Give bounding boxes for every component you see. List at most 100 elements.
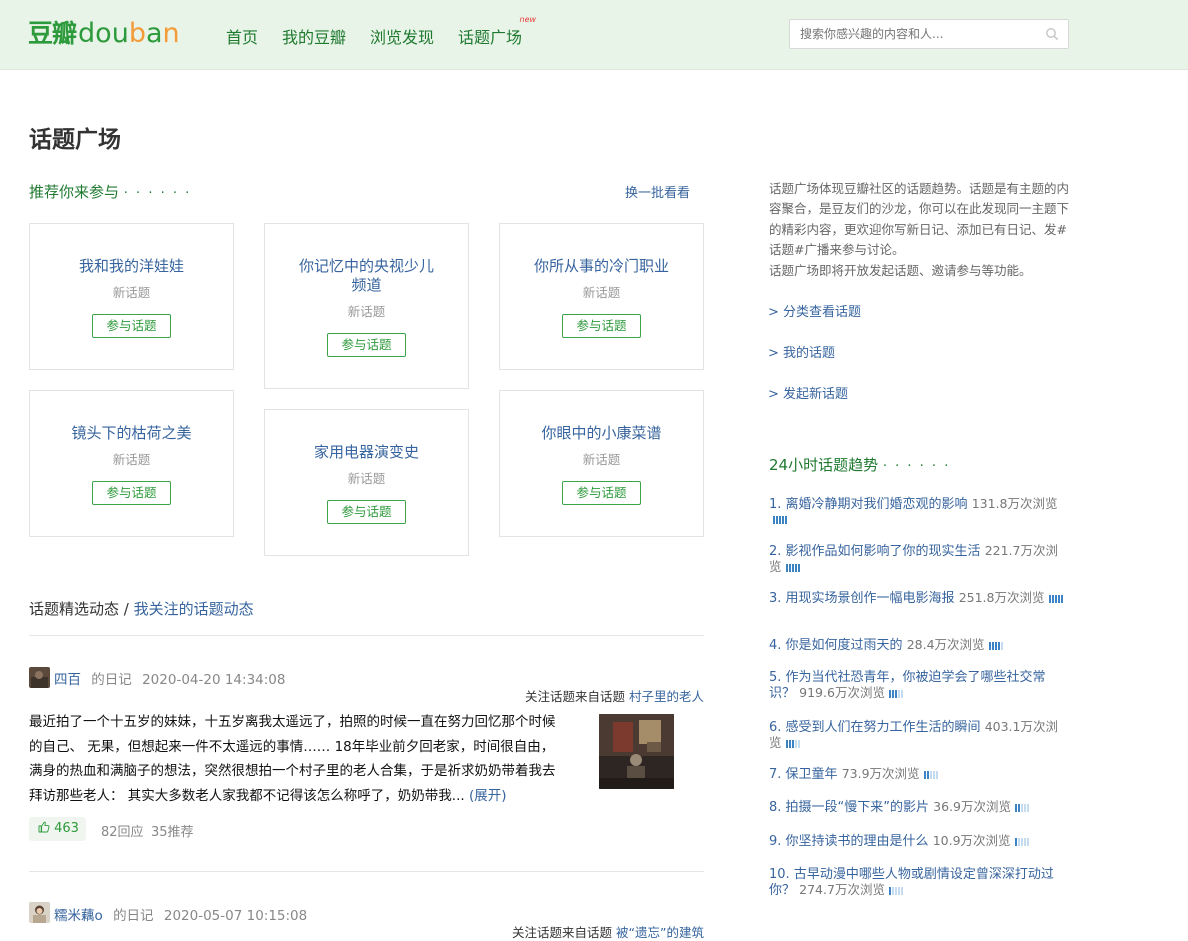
- heat-bar-segment: [791, 739, 794, 748]
- heat-bar-segment: [891, 689, 894, 698]
- recommend-heading: 推荐你来参与 · · · · · ·: [29, 181, 191, 202]
- trend-heading-text: 24小时话题趋势: [769, 456, 879, 474]
- trend-rank: 1.: [769, 497, 782, 512]
- heat-bar-segment: [894, 886, 897, 895]
- followed-topics-link[interactable]: 我关注的话题动态: [134, 600, 254, 618]
- join-topic-button[interactable]: 参与话题: [92, 481, 171, 505]
- heat-bar-segment: [785, 563, 788, 572]
- trend-title[interactable]: 7. 保卫童年: [769, 767, 838, 782]
- expand-link[interactable]: (展开): [469, 788, 507, 804]
- refresh-link[interactable]: 换一批看看: [625, 182, 690, 201]
- join-topic-button[interactable]: 参与话题: [327, 500, 406, 524]
- topic-card-title[interactable]: 你所从事的冷门职业: [500, 257, 703, 276]
- trend-item: 2. 影视作品如何影响了你的现实生活 221.7万次浏览: [769, 543, 1069, 575]
- trend-item: 6. 感受到人们在努力工作生活的瞬间 403.1万次浏览: [769, 719, 1069, 751]
- trend-rank: 8.: [769, 800, 782, 815]
- topic-card-title[interactable]: 你记忆中的央视少儿频道: [265, 257, 468, 295]
- topic-card-sub: 新话题: [112, 285, 151, 300]
- post-author[interactable]: 糯米藕o: [54, 908, 103, 924]
- heat-bar-segment: [782, 515, 784, 524]
- heat-bar-segment: [897, 689, 900, 698]
- feed-heading-text: 话题精选动态: [29, 600, 120, 618]
- nav-topic-square[interactable]: 话题广场 new: [458, 16, 536, 48]
- heat-bar-segment: [929, 770, 932, 779]
- heat-bar-segment: [900, 886, 903, 895]
- heat-bar-segment: [797, 563, 800, 572]
- topic-card-title[interactable]: 我和我的洋娃娃: [30, 257, 233, 276]
- trend-title[interactable]: 1. 离婚冷静期对我们婚恋观的影响: [769, 497, 968, 512]
- recommend-dots: · · · · · ·: [123, 186, 192, 201]
- heat-bar-segment: [1054, 594, 1057, 603]
- heat-bar-segment: [1020, 837, 1023, 846]
- browse-by-category-link[interactable]: > 分类查看话题: [768, 301, 861, 320]
- heat-bar-segment: [1027, 803, 1030, 812]
- heat-bar-segment: [1015, 803, 1018, 812]
- heat-bar-segment: [1057, 594, 1060, 603]
- trend-item: 5. 作为当代社恐青年，你被迫学会了哪些社交常识？ 919.6万次浏览: [769, 670, 1069, 701]
- topic-card-sub: 新话题: [112, 452, 151, 467]
- trend-heat-bar: [773, 515, 788, 524]
- heat-bar-segment: [1026, 837, 1029, 846]
- trend-title-text: 拍摄一段“慢下来”的影片: [785, 800, 930, 815]
- topic-card: 镜头下的枯荷之美 新话题 参与话题: [29, 390, 234, 537]
- topic-card-title[interactable]: 家用电器演变史: [265, 443, 468, 462]
- recommends-count[interactable]: 35推荐: [151, 821, 194, 840]
- post-topic-link[interactable]: 被“遗忘”的建筑: [616, 925, 704, 940]
- trend-title[interactable]: 8. 拍摄一段“慢下来”的影片: [769, 800, 929, 815]
- trend-title[interactable]: 9. 你坚持读书的理由是什么: [769, 834, 929, 849]
- post-topic-link[interactable]: 村子里的老人: [629, 689, 704, 704]
- join-topic-button[interactable]: 参与话题: [327, 333, 406, 357]
- create-topic-link[interactable]: > 发起新话题: [768, 383, 848, 402]
- topic-card-title[interactable]: 镜头下的枯荷之美: [30, 424, 233, 443]
- heat-bar-segment: [1021, 803, 1024, 812]
- join-topic-button[interactable]: 参与话题: [562, 314, 641, 338]
- join-topic-button[interactable]: 参与话题: [562, 481, 641, 505]
- nav-home[interactable]: 首页: [226, 24, 258, 48]
- topic-card-title[interactable]: 你眼中的小康菜谱: [500, 424, 703, 443]
- like-count: 463: [54, 821, 79, 836]
- trend-title[interactable]: 2. 影视作品如何影响了你的现实生活: [769, 544, 981, 559]
- post-topic-prefix: 关注话题来自话题: [524, 689, 625, 704]
- trend-title[interactable]: 6. 感受到人们在努力工作生活的瞬间: [769, 720, 981, 735]
- avatar[interactable]: [29, 902, 50, 923]
- trend-dots: · · · · · ·: [882, 459, 951, 474]
- post-author[interactable]: 四百: [54, 672, 81, 688]
- heat-bar-segment: [900, 689, 903, 698]
- heat-bar-segment: [994, 641, 997, 650]
- trend-views: 131.8万次浏览: [971, 496, 1058, 511]
- feed-heading-separator: /: [119, 600, 134, 618]
- avatar[interactable]: [29, 667, 50, 688]
- trend-heat-bar: [785, 739, 801, 748]
- trend-heat-bar: [1014, 837, 1030, 846]
- trend-title-text: 影视作品如何影响了你的现实生活: [785, 544, 981, 559]
- trend-title[interactable]: 4. 你是如何度过雨天的: [769, 638, 903, 653]
- heat-bar-segment: [794, 563, 797, 572]
- new-badge: new: [519, 15, 537, 24]
- post-thumbnail[interactable]: [599, 714, 674, 789]
- douban-logo[interactable]: 豆瓣 douban: [28, 14, 180, 54]
- trend-title[interactable]: 3. 用现实场景创作一幅电影海报: [769, 591, 955, 606]
- like-button[interactable]: 463: [29, 817, 86, 841]
- trend-rank: 9.: [769, 834, 782, 849]
- heat-bar-segment: [773, 515, 775, 524]
- replies-count[interactable]: 82回应: [101, 821, 144, 840]
- trend-item: 7. 保卫童年 73.9万次浏览: [769, 766, 1069, 782]
- my-topics-link[interactable]: > 我的话题: [768, 342, 835, 361]
- trend-views: 73.9万次浏览: [841, 766, 920, 781]
- search-input[interactable]: [790, 20, 1040, 48]
- heat-bar-segment: [776, 515, 778, 524]
- search-icon[interactable]: [1045, 27, 1059, 41]
- heat-bar-segment: [788, 739, 791, 748]
- nav-my-douban[interactable]: 我的豆瓣: [282, 24, 346, 48]
- join-topic-button[interactable]: 参与话题: [92, 314, 171, 338]
- nav-explore[interactable]: 浏览发现: [370, 24, 434, 48]
- feed-heading: 话题精选动态 / 我关注的话题动态: [29, 598, 254, 619]
- trend-item: 1. 离婚冷静期对我们婚恋观的影响 131.8万次浏览: [769, 496, 1069, 527]
- heat-bar-segment: [935, 770, 938, 779]
- heat-bar-segment: [1014, 837, 1017, 846]
- heat-bar-segment: [785, 739, 788, 748]
- feed-divider: [29, 871, 704, 872]
- nav-topic-square-label: 话题广场: [458, 28, 523, 47]
- post-time: 2020-04-20 14:34:08: [142, 672, 286, 688]
- trend-rank: 3.: [769, 591, 782, 606]
